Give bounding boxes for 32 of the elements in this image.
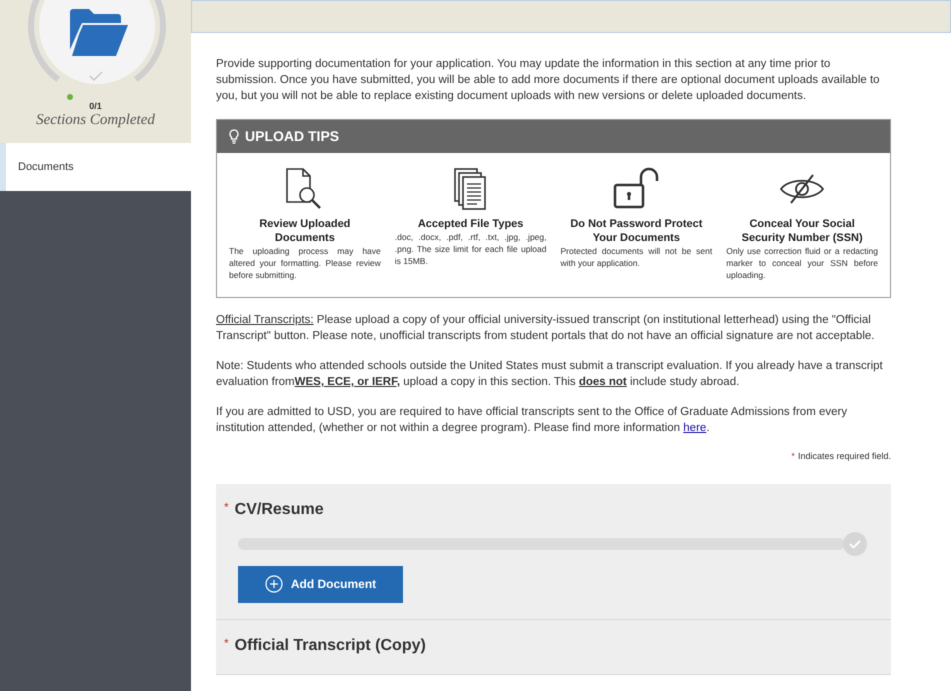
section-title: CV/Resume [234, 500, 324, 520]
here-link[interactable]: here [683, 422, 706, 434]
required-asterisk: * [224, 498, 229, 516]
required-note: Indicates required field. [798, 450, 891, 463]
tip-title: Conceal Your Social Security Number (SSN) [740, 217, 864, 245]
plus-circle-icon [264, 575, 283, 593]
tips-title: UPLOAD TIPS [245, 127, 340, 146]
folder-icon [68, 8, 130, 58]
required-asterisk: * [224, 634, 229, 652]
unlocked-padlock-icon [613, 167, 660, 211]
documents-icon [452, 167, 489, 211]
tip-text: Protected documents will not be sent with your application. [560, 245, 712, 269]
required-asterisk: * [791, 450, 795, 463]
intro-text: Provide supporting documentation for your application. You may update the information in this section at any time prior to submission. Once you have submitted, you will be able to add more documents if there are optional document uploads available to you, but you will not be able to replace existing document uploads with new versions or delete uploaded documents. [216, 57, 881, 104]
tip-title: Review Uploaded Documents [258, 217, 352, 245]
note-text: Note: Students who attended schools outside the United States must submit a transcript evaluation. If you already have a transcript evaluation fromWES, ECE, or IERF, upload a copy in this section. This does not include study abroad. [216, 359, 884, 390]
lightbulb-icon [229, 129, 239, 144]
hidden-eye-icon [779, 172, 826, 206]
sections-count: 0/1 [89, 102, 102, 111]
tip-title: Do Not Password Protect Your Documents [569, 217, 704, 245]
check-circle-icon [843, 532, 867, 556]
tip-title: Accepted File Types [418, 217, 524, 231]
section-title: Official Transcript (Copy) [234, 636, 426, 656]
tip-text: Only use correction fluid or a redacting marker to conceal your SSN before uploading. [726, 245, 878, 281]
sections-caption: Sections Completed [36, 111, 155, 130]
note-text: Official Transcripts: Please upload a copy of your official university-issued transcript (on institutional letterhead) using the "Official Transcript" button. Please note, unofficial transcripts from student portals that do not have an official signature are not acceptable. [216, 313, 876, 344]
check-icon [89, 71, 103, 81]
tip-text: .doc, .docx, .pdf, .rtf, .txt, .jpg, .jpeg, .png. The size limit for each file upload is 15MB. [394, 231, 546, 267]
add-document-button[interactable]: Add Document [238, 566, 403, 602]
tip-text: The uploading process may have altered your formatting. Please review before submitting. [229, 245, 381, 281]
sidebar-item[interactable]: Documents [0, 143, 191, 191]
note-text: If you are admitted to USD, you are required to have official transcripts sent to the Office of Graduate Admissions from every institution attended, (whether or not within a degree program). Please find more information here. [216, 405, 848, 436]
